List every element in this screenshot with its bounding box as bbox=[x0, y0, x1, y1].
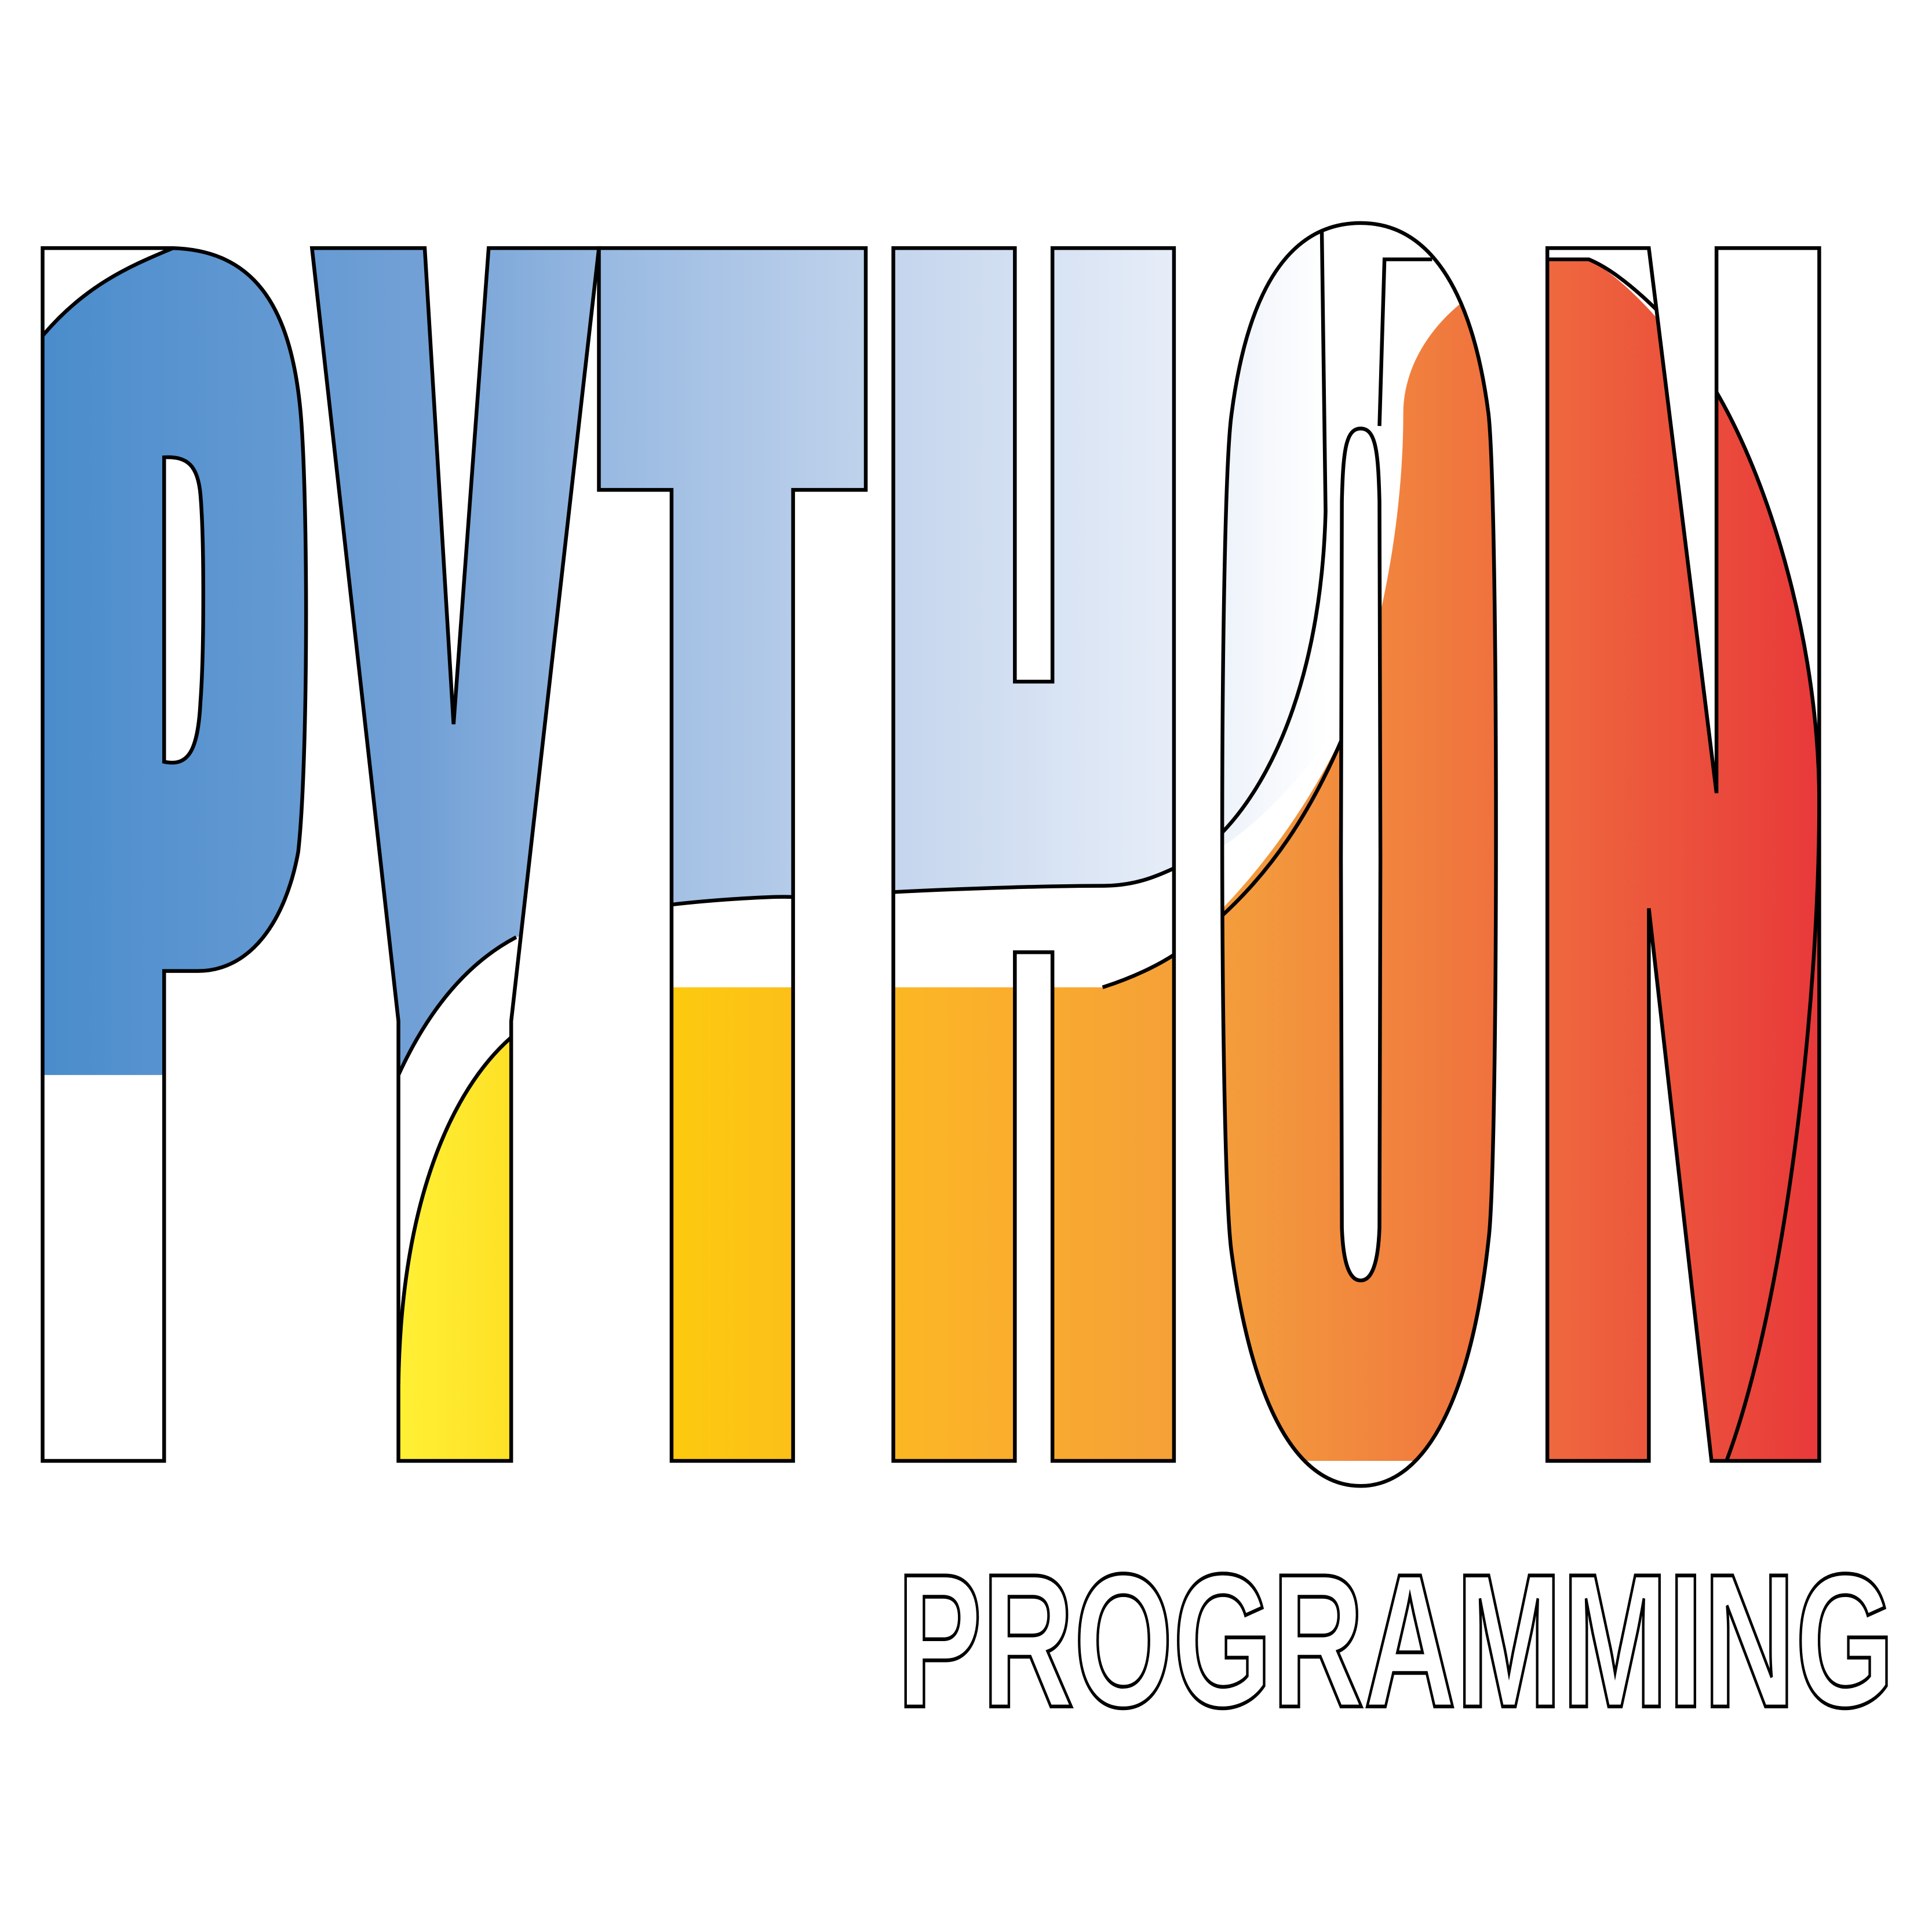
python-programming-logo: PROGRAMMING bbox=[41, 221, 1896, 1749]
subtitle-text: PROGRAMMING bbox=[897, 1534, 1894, 1747]
